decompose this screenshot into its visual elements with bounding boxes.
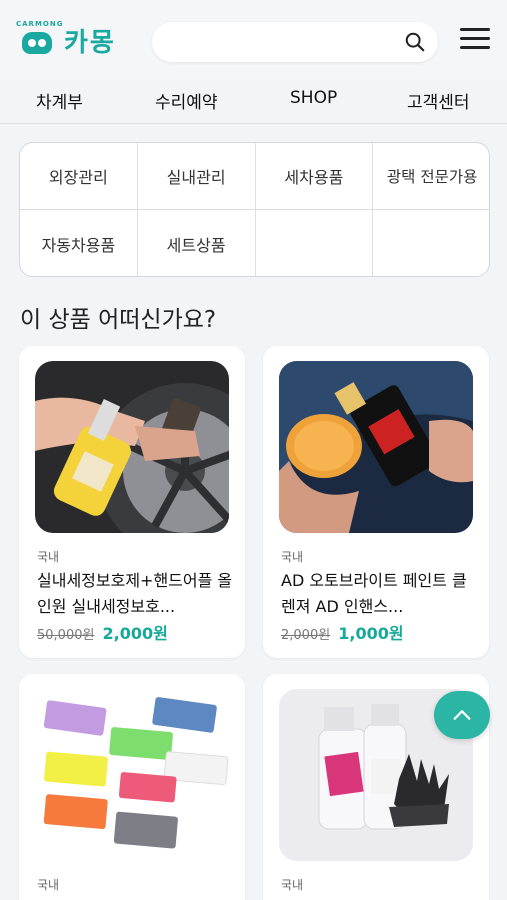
recommend-section-title: 이 상품 어떠신가요?: [20, 307, 217, 333]
chevron-up-icon: [453, 710, 471, 720]
nav-item-customer-center[interactable]: 고객센터: [407, 88, 470, 113]
product-name[interactable]: AD 오토브라이트 페인트 클렌져 AD 인핸스...: [281, 568, 477, 620]
search-icon[interactable]: [404, 31, 426, 53]
product-price: 2,000원 1,000원: [281, 620, 404, 644]
search-input[interactable]: [152, 22, 438, 62]
sale-price: 2,000원: [102, 624, 168, 643]
product-image[interactable]: [279, 361, 473, 533]
product-origin: 국내: [37, 878, 60, 892]
product-name[interactable]: 실내세정보호제+핸드어플 올인원 실내세정보호...: [37, 568, 233, 620]
product-card[interactable]: 국내 실내세정보호제+핸드어플 올인원 실내세정보호... 50,000원 2,…: [19, 346, 245, 658]
product-card[interactable]: 국내: [19, 674, 245, 900]
category-interior[interactable]: 실내관리: [137, 143, 256, 210]
nav-item-car-log[interactable]: 차계부: [36, 88, 83, 113]
product-price: 50,000원 2,000원: [37, 620, 168, 644]
logo-text: 카몽: [64, 27, 116, 58]
product-card[interactable]: 국내 AD 오토브라이트 페인트 클렌져 AD 인핸스... 2,000원 1,…: [263, 346, 489, 658]
category-grid: 외장관리 실내관리 세차용품 광택 전문가용 자동차용품 세트상품: [19, 142, 490, 277]
category-exterior[interactable]: 외장관리: [20, 143, 138, 210]
product-origin: 국내: [281, 550, 304, 564]
logo-mascot-icon: CARMONG: [16, 20, 64, 60]
product-origin: 국내: [37, 550, 60, 564]
category-empty-cell: [256, 210, 374, 276]
category-car-accessories[interactable]: 자동차용품: [20, 210, 138, 276]
product-image[interactable]: [35, 361, 229, 533]
category-polish-pro[interactable]: 광택 전문가용: [373, 143, 489, 210]
nav-item-repair-booking[interactable]: 수리예약: [155, 88, 218, 113]
product-origin: 국내: [281, 878, 304, 892]
nav-item-shop[interactable]: SHOP: [290, 88, 337, 108]
logo-arc-text: CARMONG: [16, 20, 64, 28]
category-wash-supplies[interactable]: 세차용품: [255, 143, 374, 210]
scroll-top-button[interactable]: [434, 691, 490, 739]
product-image[interactable]: [35, 689, 229, 861]
original-price: 2,000원: [281, 628, 331, 643]
hamburger-menu-icon[interactable]: [460, 28, 490, 52]
category-set-products[interactable]: 세트상품: [138, 210, 256, 276]
original-price: 50,000원: [37, 628, 95, 643]
sale-price: 1,000원: [338, 624, 404, 643]
main-nav: 차계부 수리예약 SHOP 고객센터: [0, 78, 507, 124]
app-header: CARMONG 카몽: [0, 0, 507, 78]
carmong-logo[interactable]: CARMONG 카몽: [16, 18, 134, 62]
